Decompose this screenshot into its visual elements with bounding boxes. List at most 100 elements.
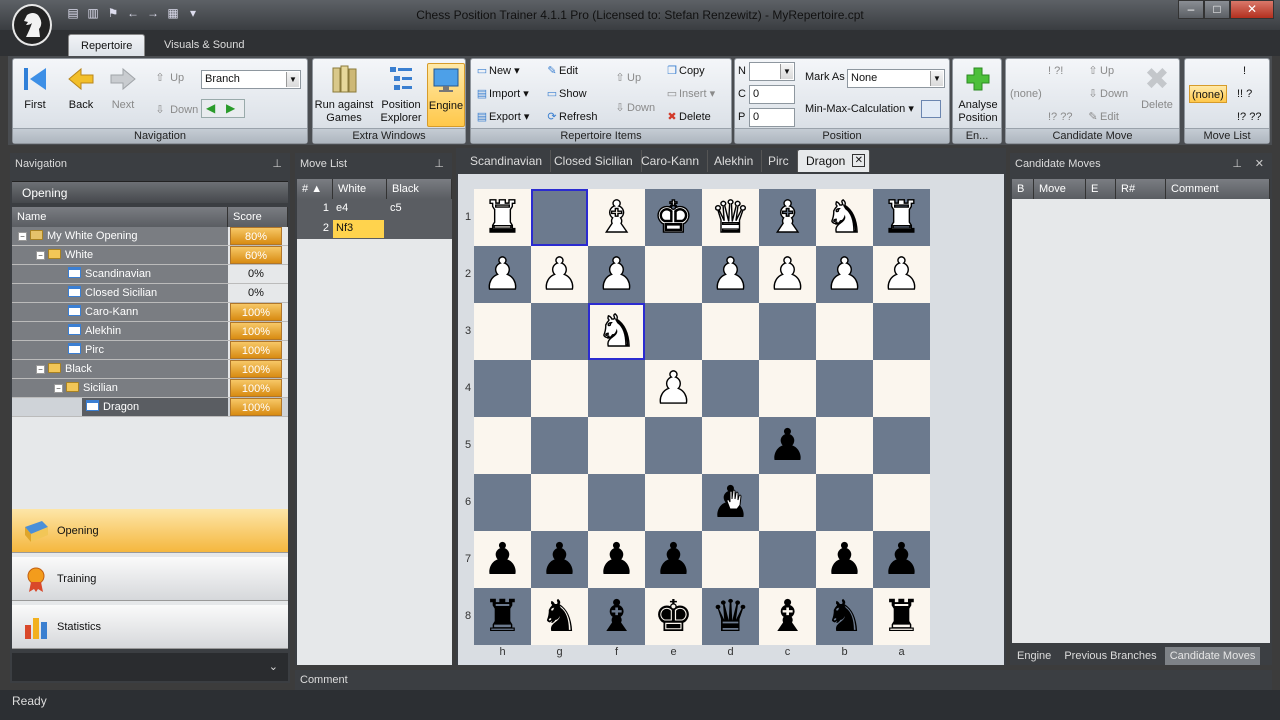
- square-g1[interactable]: [531, 189, 588, 246]
- black-column-header[interactable]: Black: [387, 179, 452, 199]
- square-e1[interactable]: ♚: [645, 189, 702, 246]
- square-f2[interactable]: ♟: [588, 246, 645, 303]
- candidate-none-button[interactable]: (none): [1010, 85, 1042, 103]
- white-knight-icon[interactable]: ♞: [588, 303, 645, 360]
- pin-icon[interactable]: ⊥: [1232, 153, 1242, 175]
- black-pawn-icon[interactable]: ♟: [474, 531, 531, 588]
- square-h5[interactable]: [474, 417, 531, 474]
- training-nav-button[interactable]: Training: [12, 557, 288, 601]
- square-a2[interactable]: ♟: [873, 246, 930, 303]
- move-none-button[interactable]: (none): [1189, 85, 1227, 103]
- white-king-icon[interactable]: ♚: [645, 189, 702, 246]
- square-g3[interactable]: [531, 303, 588, 360]
- square-e7[interactable]: ♟: [645, 531, 702, 588]
- square-e5[interactable]: [645, 417, 702, 474]
- calculator-icon[interactable]: [921, 100, 941, 118]
- square-d4[interactable]: [702, 360, 759, 417]
- black-pawn-icon[interactable]: ♟: [816, 531, 873, 588]
- white-pawn-icon[interactable]: ♟: [702, 246, 759, 303]
- white-bishop-icon[interactable]: ♝: [759, 189, 816, 246]
- p-input[interactable]: 0: [749, 108, 795, 127]
- square-g4[interactable]: [531, 360, 588, 417]
- square-c6[interactable]: [759, 474, 816, 531]
- square-e8[interactable]: ♚: [645, 588, 702, 645]
- n-select[interactable]: ▼: [749, 62, 795, 81]
- square-g6[interactable]: [531, 474, 588, 531]
- refresh-button[interactable]: ⟳ Refresh: [545, 108, 597, 126]
- collapse-icon[interactable]: −: [36, 365, 45, 374]
- square-c3[interactable]: [759, 303, 816, 360]
- tree-row-closed-sicilian[interactable]: Closed Sicilian 0%: [12, 284, 288, 303]
- white-pawn-icon[interactable]: ♟: [816, 246, 873, 303]
- white-column-header[interactable]: White: [333, 179, 387, 199]
- square-d1[interactable]: ♛: [702, 189, 759, 246]
- item-down-button[interactable]: ⇩ Down: [613, 99, 655, 117]
- move-number-header[interactable]: # ▲: [297, 179, 333, 199]
- close-button[interactable]: ✕: [1230, 0, 1274, 19]
- square-b7[interactable]: ♟: [816, 531, 873, 588]
- square-e3[interactable]: [645, 303, 702, 360]
- show-button[interactable]: ▭ Show: [545, 85, 587, 103]
- white-knight-icon[interactable]: ♞: [816, 189, 873, 246]
- nav-down-button[interactable]: ⇩ Down: [153, 101, 198, 119]
- edit-button[interactable]: ✎ Edit: [545, 62, 578, 80]
- square-b3[interactable]: [816, 303, 873, 360]
- white-bishop-icon[interactable]: ♝: [588, 189, 645, 246]
- board-tab-pirc[interactable]: Pirc: [760, 150, 798, 172]
- square-h3[interactable]: [474, 303, 531, 360]
- move-marks-b[interactable]: !! ?: [1237, 85, 1252, 103]
- next-branch-icon[interactable]: ▶: [226, 101, 235, 115]
- board-tab-caro-kann[interactable]: Caro-Kann: [633, 150, 709, 172]
- square-a8[interactable]: ♜: [873, 588, 930, 645]
- tab-engine[interactable]: Engine: [1012, 647, 1056, 665]
- tab-visuals-sound[interactable]: Visuals & Sound: [152, 34, 257, 56]
- white-pawn-icon[interactable]: ♟: [873, 246, 930, 303]
- white-pawn-icon[interactable]: ♟: [759, 246, 816, 303]
- square-e4[interactable]: ♟: [645, 360, 702, 417]
- white-pawn-icon[interactable]: ♟: [531, 246, 588, 303]
- square-c5[interactable]: ♟: [759, 417, 816, 474]
- col-b[interactable]: B: [1012, 179, 1034, 199]
- square-h8[interactable]: ♜: [474, 588, 531, 645]
- collapse-icon[interactable]: −: [54, 384, 63, 393]
- collapse-icon[interactable]: −: [18, 232, 27, 241]
- black-pawn-icon[interactable]: ♟: [645, 531, 702, 588]
- tree-row-pirc[interactable]: Pirc 100%: [12, 341, 288, 360]
- white-rook-icon[interactable]: ♜: [873, 189, 930, 246]
- black-queen-icon[interactable]: ♛: [702, 588, 759, 645]
- close-tab-icon[interactable]: ✕: [852, 154, 866, 167]
- board-tab-scandinavian[interactable]: Scandinavian: [462, 150, 552, 172]
- square-g8[interactable]: ♞: [531, 588, 588, 645]
- white-queen-icon[interactable]: ♛: [702, 189, 759, 246]
- tree-row-my-white-opening[interactable]: − My White Opening 80%: [12, 227, 288, 246]
- square-f5[interactable]: [588, 417, 645, 474]
- black-pawn-icon[interactable]: ♟: [588, 531, 645, 588]
- black-knight-icon[interactable]: ♞: [531, 588, 588, 645]
- square-g7[interactable]: ♟: [531, 531, 588, 588]
- square-a6[interactable]: [873, 474, 930, 531]
- next-button[interactable]: Next: [105, 63, 141, 112]
- back-button[interactable]: Back: [61, 63, 101, 112]
- square-c4[interactable]: [759, 360, 816, 417]
- square-h7[interactable]: ♟: [474, 531, 531, 588]
- square-b5[interactable]: [816, 417, 873, 474]
- square-f7[interactable]: ♟: [588, 531, 645, 588]
- import-button[interactable]: ▤ Import ▾: [475, 85, 529, 103]
- tree-row-dragon[interactable]: Dragon 100%: [12, 398, 288, 417]
- white-pawn-icon[interactable]: ♟: [588, 246, 645, 303]
- analyse-position-button[interactable]: Analyse Position: [955, 63, 1001, 125]
- pin-icon[interactable]: ⊥: [272, 153, 282, 175]
- square-c8[interactable]: ♝: [759, 588, 816, 645]
- first-button[interactable]: First: [17, 63, 53, 112]
- tree-row-scandinavian[interactable]: Scandinavian 0%: [12, 265, 288, 284]
- run-against-games-button[interactable]: Run against Games: [313, 63, 375, 125]
- col-rank[interactable]: R#: [1116, 179, 1166, 199]
- black-rook-icon[interactable]: ♜: [873, 588, 930, 645]
- candidate-up-button[interactable]: ⇧ Up: [1086, 62, 1114, 80]
- square-e2[interactable]: [645, 246, 702, 303]
- candidate-delete-button[interactable]: ✖ Delete: [1136, 63, 1178, 112]
- black-bishop-icon[interactable]: ♝: [588, 588, 645, 645]
- square-a5[interactable]: [873, 417, 930, 474]
- white-move-cell[interactable]: e4: [336, 199, 348, 218]
- col-move[interactable]: Move: [1034, 179, 1086, 199]
